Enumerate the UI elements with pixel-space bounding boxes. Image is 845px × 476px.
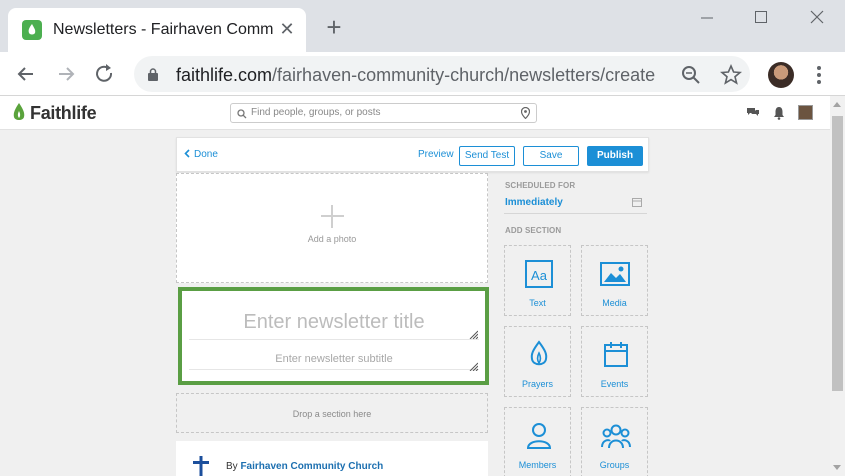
preview-link[interactable]: Preview — [418, 149, 454, 160]
add-photo-area[interactable]: Add a photo — [176, 173, 488, 283]
add-photo-label: Add a photo — [307, 234, 357, 244]
svg-text:Aa: Aa — [531, 268, 548, 283]
church-link[interactable]: Fairhaven Community Church — [240, 461, 383, 472]
search-placeholder: Find people, groups, or posts — [251, 107, 381, 118]
logo-text: Faithlife — [30, 102, 97, 123]
byline-text: By Fairhaven Community Church — [226, 461, 384, 472]
media-icon — [600, 262, 630, 286]
church-cross-icon — [193, 456, 209, 476]
search-icon — [237, 109, 247, 119]
scheduled-for-label: SCHEDULED FOR — [505, 181, 576, 190]
newsletter-subtitle-input[interactable]: Enter newsletter subtitle — [189, 344, 479, 370]
section-tile-members[interactable]: Members — [504, 407, 571, 476]
location-pin-icon[interactable] — [521, 107, 530, 119]
calendar-icon[interactable] — [632, 197, 642, 207]
tile-label: Members — [518, 460, 557, 470]
tile-label: Groups — [599, 460, 630, 470]
new-tab-icon[interactable]: + — [322, 14, 346, 40]
events-icon — [604, 342, 628, 367]
resize-handle-icon[interactable] — [469, 362, 478, 371]
notifications-bell-icon[interactable] — [772, 106, 786, 120]
drop-section-area[interactable]: Drop a section here — [176, 393, 488, 433]
done-link[interactable]: Done — [184, 149, 218, 160]
faithlife-logo[interactable]: Faithlife — [12, 102, 97, 124]
forward-icon[interactable] — [53, 61, 79, 87]
resize-handle-icon[interactable] — [469, 330, 478, 339]
publish-button[interactable]: Publish — [587, 146, 643, 166]
editor-toolbar: Done Preview Send Test Save Publish — [176, 137, 649, 172]
prayers-icon — [530, 340, 548, 366]
tile-label: Prayers — [521, 379, 553, 389]
scrollbar-thumb[interactable] — [832, 116, 843, 391]
browser-tab-strip: Newsletters - Fairhaven Community Church… — [0, 0, 845, 52]
user-avatar[interactable] — [798, 105, 813, 120]
maximize-icon[interactable] — [746, 6, 776, 30]
messages-icon[interactable] — [746, 106, 760, 120]
groups-icon — [601, 424, 631, 449]
scroll-up-icon[interactable] — [833, 102, 841, 107]
section-tile-media[interactable]: Media — [581, 245, 648, 316]
title-section: Enter newsletter title Enter newsletter … — [178, 287, 489, 385]
section-tile-prayers[interactable]: Prayers — [504, 326, 571, 397]
add-section-label: ADD SECTION — [505, 226, 562, 235]
save-button[interactable]: Save — [523, 146, 579, 166]
faithlife-flame-icon — [13, 103, 25, 120]
reload-icon[interactable] — [92, 61, 118, 87]
scroll-down-icon[interactable] — [833, 465, 841, 470]
close-window-icon[interactable] — [802, 6, 832, 30]
schedule-value[interactable]: Immediately — [505, 197, 563, 208]
tab-title: Newsletters - Fairhaven Community Church — [53, 21, 273, 38]
divider — [504, 213, 647, 214]
tile-label: Media — [602, 298, 627, 308]
section-tile-events[interactable]: Events — [581, 326, 648, 397]
search-input[interactable]: Find people, groups, or posts — [230, 103, 537, 123]
send-test-button[interactable]: Send Test — [459, 146, 515, 166]
lock-icon — [148, 68, 158, 81]
chevron-left-icon — [184, 149, 190, 158]
faithlife-favicon-icon — [22, 20, 42, 40]
browser-menu-icon[interactable] — [808, 62, 830, 88]
profile-avatar[interactable] — [768, 62, 794, 88]
section-tile-groups[interactable]: Groups — [581, 407, 648, 476]
close-tab-icon[interactable]: ✕ — [276, 18, 298, 40]
address-bar[interactable]: faithlife.com/fairhaven-community-church… — [134, 56, 750, 92]
app-header: Faithlife Find people, groups, or posts — [0, 96, 830, 130]
page-scrollbar[interactable] — [830, 96, 845, 476]
minimize-icon[interactable] — [692, 6, 722, 30]
browser-tab[interactable]: Newsletters - Fairhaven Community Church… — [8, 8, 306, 52]
tile-label: Events — [600, 379, 629, 389]
newsletter-title-input[interactable]: Enter newsletter title — [189, 296, 479, 340]
section-tile-text[interactable]: Aa Text — [504, 245, 571, 316]
text-icon: Aa — [525, 260, 553, 288]
tile-label: Text — [529, 298, 546, 308]
members-icon — [526, 423, 552, 449]
back-icon[interactable] — [13, 61, 39, 87]
zoom-icon[interactable] — [680, 64, 702, 86]
bookmark-star-icon[interactable] — [719, 63, 743, 86]
browser-toolbar: faithlife.com/fairhaven-community-church… — [0, 52, 845, 96]
url-text: faithlife.com/fairhaven-community-church… — [176, 65, 656, 85]
byline-card: By Fairhaven Community Church — [176, 441, 488, 476]
